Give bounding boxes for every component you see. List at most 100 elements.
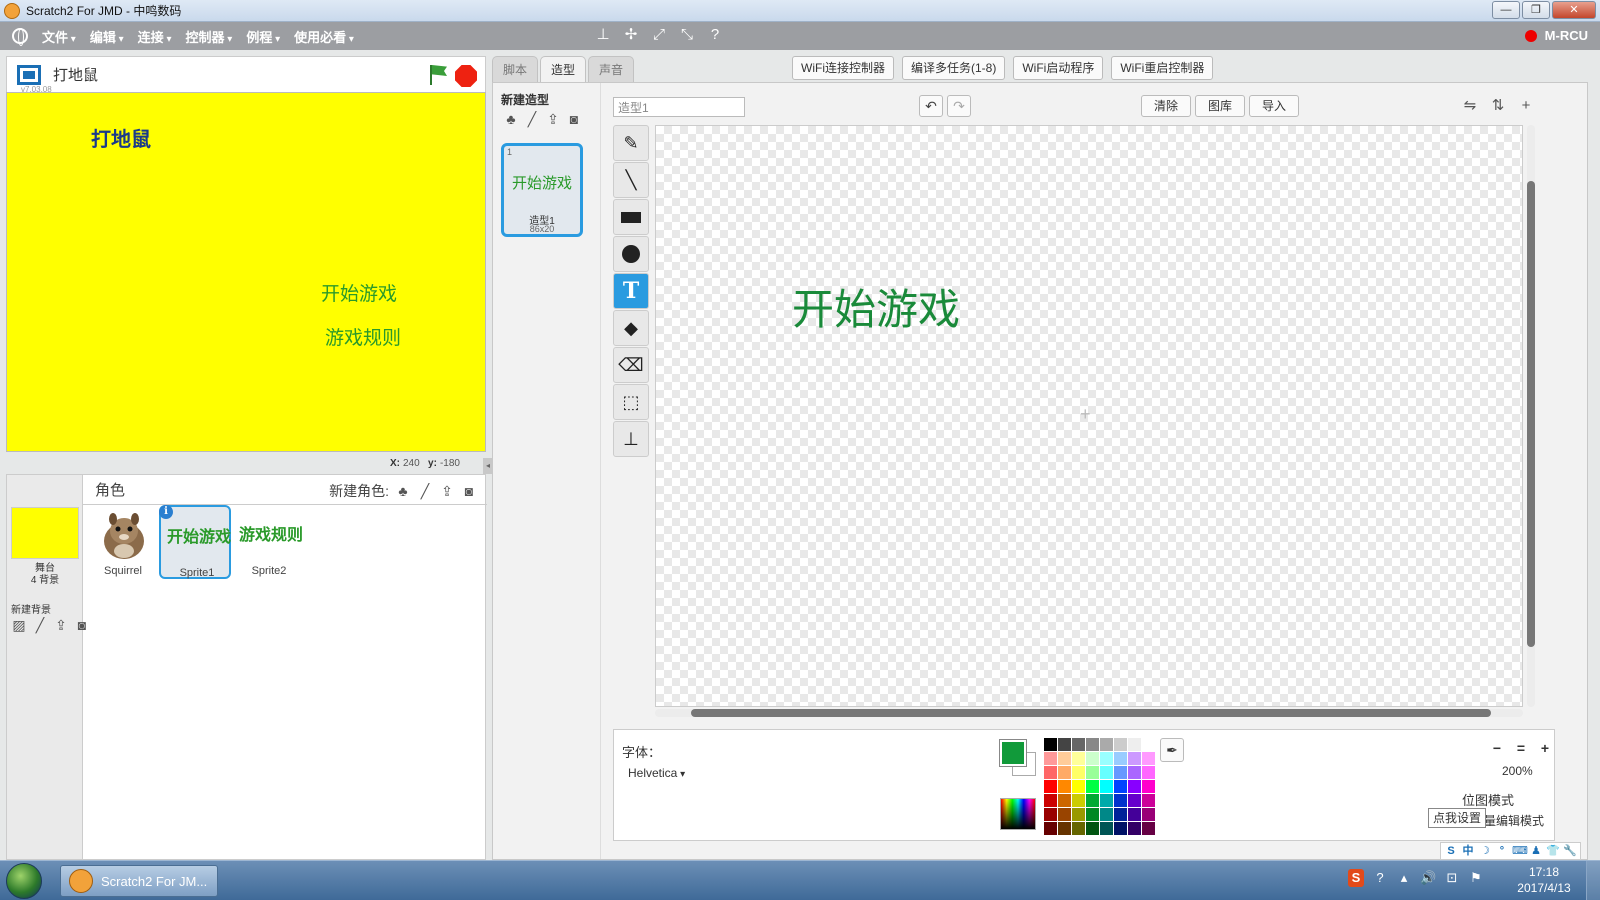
color-swatch[interactable] — [1072, 808, 1085, 821]
undo-button[interactable]: ↶ — [919, 95, 943, 117]
color-swatch[interactable] — [1072, 766, 1085, 779]
sprite-item-squirrel[interactable]: Squirrel — [87, 505, 159, 579]
tab-scripts[interactable]: 脚本 — [492, 56, 538, 82]
paint-backdrop-icon[interactable]: ╱ — [32, 617, 48, 633]
stage-start-text[interactable]: 开始游戏 — [321, 279, 397, 306]
ime-moon-icon[interactable]: ☽ — [1478, 844, 1492, 858]
color-swatch[interactable] — [1086, 822, 1099, 835]
eyedropper-icon[interactable]: ✒ — [1160, 738, 1184, 762]
select-tool[interactable]: ⬚ — [613, 384, 649, 420]
color-swatch[interactable] — [1128, 780, 1141, 793]
color-swatch[interactable] — [1044, 766, 1057, 779]
costume-library-icon[interactable]: ♣ — [503, 111, 519, 127]
color-swatch[interactable] — [1072, 822, 1085, 835]
show-hidden-icon[interactable]: ▴ — [1396, 869, 1412, 887]
compile-multitask-button[interactable]: 编译多任务(1-8) — [902, 56, 1006, 80]
scrollbar-thumb[interactable] — [691, 709, 1491, 717]
globe-icon[interactable] — [12, 28, 28, 46]
color-swatch[interactable] — [1072, 780, 1085, 793]
stage-rules-text[interactable]: 游戏规则 — [325, 323, 401, 350]
color-swatch[interactable] — [1044, 738, 1057, 751]
help-tray-icon[interactable]: ? — [1372, 869, 1388, 887]
canvas-text[interactable]: 开始游戏 — [792, 276, 960, 337]
color-swatch[interactable] — [1114, 808, 1127, 821]
color-swatch[interactable] — [1058, 766, 1071, 779]
set-center-icon[interactable]: + — [1515, 95, 1537, 117]
color-swatch[interactable] — [1142, 808, 1155, 821]
color-swatch[interactable] — [1100, 766, 1113, 779]
color-swatch[interactable] — [1072, 752, 1085, 765]
line-tool[interactable]: ╲ — [613, 162, 649, 198]
wifi-start-button[interactable]: WiFi启动程序 — [1013, 56, 1104, 80]
color-swatch[interactable] — [1100, 780, 1113, 793]
color-swatch[interactable] — [1072, 738, 1085, 751]
paint-new-icon[interactable]: ╱ — [417, 483, 433, 499]
color-swatch[interactable] — [1058, 822, 1071, 835]
settings-tooltip[interactable]: 点我设置 — [1428, 808, 1487, 828]
wifi-restart-button[interactable]: WiFi重启控制器 — [1111, 56, 1214, 80]
color-swatch[interactable] — [1044, 780, 1057, 793]
library-button[interactable]: 图库 — [1195, 95, 1246, 117]
sogou-logo-icon[interactable]: S — [1444, 844, 1458, 858]
color-swatch[interactable] — [1058, 752, 1071, 765]
color-swatch[interactable] — [1114, 766, 1127, 779]
color-swatch[interactable] — [1100, 752, 1113, 765]
ime-punct-icon[interactable]: ° — [1495, 844, 1509, 858]
camera-backdrop-icon[interactable]: ◙ — [74, 617, 90, 633]
zoom-out-icon[interactable]: − — [1486, 738, 1508, 758]
maximize-button[interactable]: ❐ — [1522, 1, 1550, 19]
color-swatch[interactable] — [1044, 808, 1057, 821]
color-swatch[interactable] — [1114, 794, 1127, 807]
color-swatch[interactable] — [1086, 738, 1099, 751]
color-swatch[interactable] — [1086, 780, 1099, 793]
stamp-tool[interactable]: ⊥ — [613, 421, 649, 457]
color-swatch[interactable] — [1114, 780, 1127, 793]
menu-controller[interactable]: 控制器 — [185, 27, 232, 46]
project-name[interactable]: 打地鼠 — [53, 64, 98, 85]
color-swatch[interactable] — [1114, 822, 1127, 835]
color-swatch[interactable] — [1086, 752, 1099, 765]
color-swatch[interactable] — [1142, 738, 1155, 751]
move-icon[interactable]: ✢ — [622, 26, 640, 44]
color-swatch[interactable] — [1100, 794, 1113, 807]
color-swatch[interactable] — [1128, 752, 1141, 765]
ellipse-tool[interactable] — [613, 236, 649, 272]
stop-icon[interactable] — [455, 65, 477, 87]
zoom-in-icon[interactable]: + — [1534, 738, 1556, 758]
costume-name-input[interactable] — [613, 97, 745, 117]
ime-chinese-icon[interactable]: 中 — [1461, 844, 1475, 858]
start-button[interactable] — [6, 863, 42, 899]
color-swatch[interactable] — [1044, 752, 1057, 765]
stage-thumbnail[interactable] — [11, 507, 79, 559]
paint-costume-icon[interactable]: ╱ — [524, 111, 540, 127]
color-swatch[interactable] — [1044, 794, 1057, 807]
color-swatch[interactable] — [1142, 780, 1155, 793]
camera-costume-icon[interactable]: ◙ — [566, 111, 582, 127]
color-swatch[interactable] — [1058, 808, 1071, 821]
stage-title-text[interactable]: 打地鼠 — [91, 123, 151, 152]
menu-edit[interactable]: 编辑 — [90, 27, 124, 46]
skin-icon[interactable]: 👕 — [1546, 844, 1560, 858]
wifi-connect-button[interactable]: WiFi连接控制器 — [792, 56, 894, 80]
color-swatch[interactable] — [1128, 794, 1141, 807]
color-swatch[interactable] — [1128, 808, 1141, 821]
color-swatch[interactable] — [1114, 738, 1127, 751]
show-desktop-button[interactable] — [1586, 861, 1600, 900]
camera-icon[interactable]: ◙ — [461, 483, 477, 499]
action-center-icon[interactable]: ⚑ — [1468, 869, 1484, 887]
green-flag-icon[interactable] — [427, 65, 447, 85]
horizontal-scrollbar[interactable] — [655, 709, 1523, 717]
color-swatch[interactable] — [1142, 794, 1155, 807]
color-swatch[interactable] — [1114, 752, 1127, 765]
primary-color-swatch[interactable] — [1000, 740, 1026, 766]
tab-sounds[interactable]: 声音 — [588, 56, 634, 82]
color-swatch[interactable] — [1142, 752, 1155, 765]
sogou-tray-icon[interactable]: S — [1348, 869, 1364, 887]
shrink-icon[interactable]: ⤡ — [678, 26, 696, 44]
info-icon[interactable]: i — [159, 505, 173, 519]
sprite-library-icon[interactable]: ♣ — [395, 483, 411, 499]
color-swatch[interactable] — [1128, 766, 1141, 779]
rectangle-tool[interactable] — [613, 199, 649, 235]
eraser-tool[interactable]: ⌫ — [613, 347, 649, 383]
color-swatch[interactable] — [1086, 808, 1099, 821]
